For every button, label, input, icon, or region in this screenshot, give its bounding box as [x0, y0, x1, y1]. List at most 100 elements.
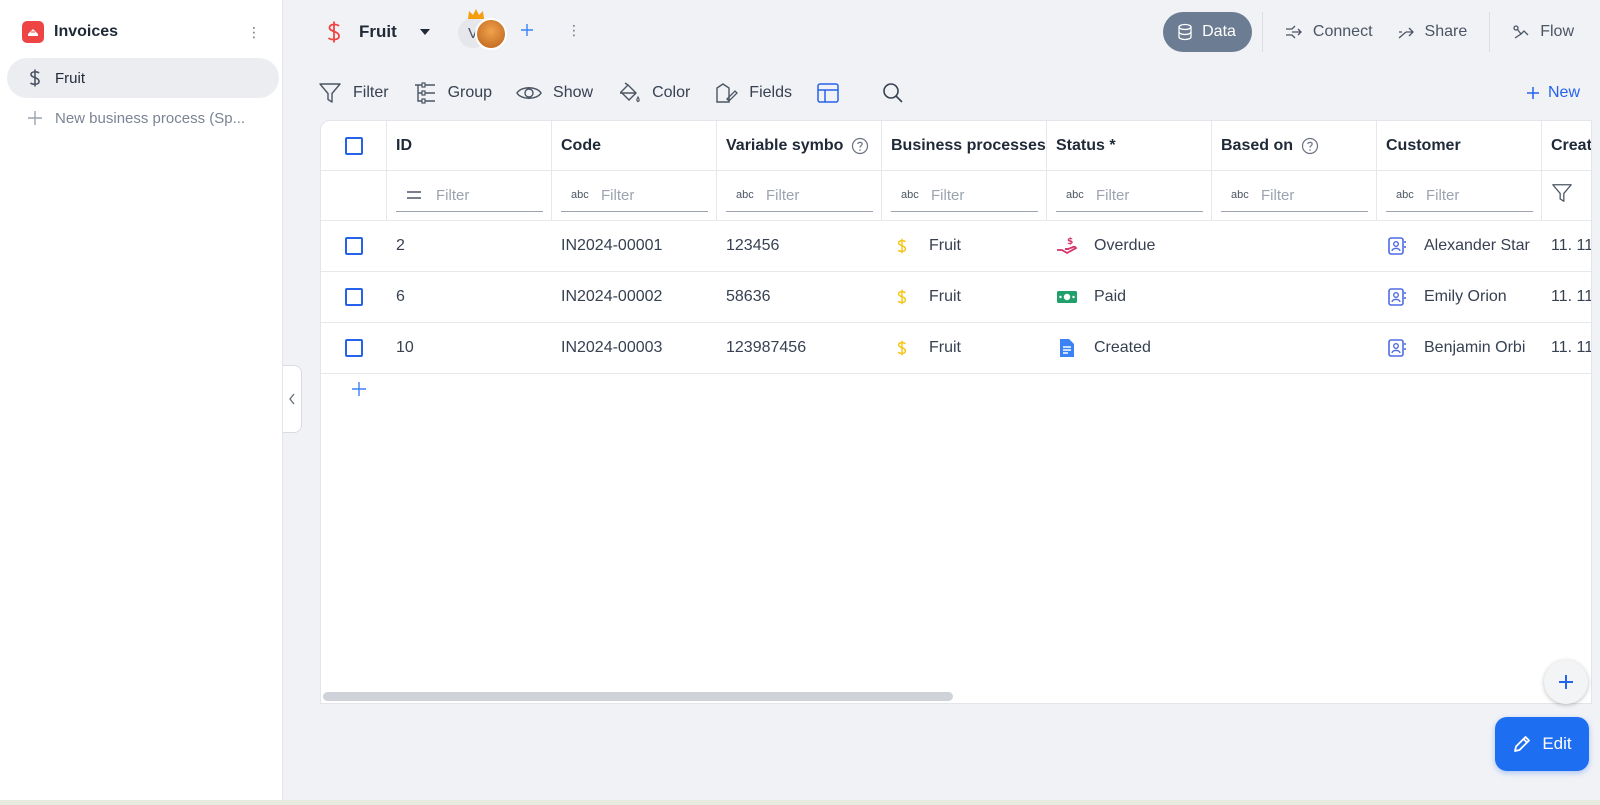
connect-button[interactable]: Connect — [1273, 12, 1385, 52]
cell-variable-symbol[interactable]: 58636 — [717, 272, 882, 322]
add-row-icon[interactable] — [349, 379, 369, 399]
filter-cell-customer: abc Filter — [1377, 171, 1542, 220]
row-checkbox[interactable] — [345, 237, 363, 255]
show-button[interactable]: Show — [516, 78, 593, 108]
data-button[interactable]: Data — [1163, 12, 1252, 52]
filter-cell-variable-symbol: abc Filter — [717, 171, 882, 220]
help-icon[interactable] — [1301, 137, 1319, 155]
new-record-button[interactable]: New — [1526, 80, 1580, 106]
cell-label: Paid — [1094, 288, 1127, 305]
column-header-status[interactable]: Status * — [1047, 121, 1212, 170]
filter-input-code[interactable]: abc Filter — [561, 180, 708, 212]
table-row[interactable]: 2 IN2024-00001 123456 Fruit $ Overdue Al… — [321, 221, 1591, 272]
dollar-icon — [323, 20, 345, 44]
divider — [1261, 12, 1263, 52]
cell-code[interactable]: IN2024-00001 — [552, 221, 717, 271]
filter-spacer — [321, 171, 387, 220]
filter-input-based-on[interactable]: abc Filter — [1221, 180, 1368, 212]
cell-created[interactable]: 11. 11. 2 — [1542, 272, 1591, 322]
flow-button[interactable]: Flow — [1500, 12, 1600, 52]
dollar-icon — [25, 68, 45, 88]
add-collaborator-icon[interactable] — [519, 22, 535, 38]
cell-status[interactable]: Created — [1047, 323, 1212, 373]
cell-customer[interactable]: Alexander Star — [1377, 221, 1542, 271]
sidebar-item-new-process[interactable]: New business process (Sp... — [7, 98, 279, 138]
filter-icon — [318, 81, 342, 105]
filter-cell-status: abc Filter — [1047, 171, 1212, 220]
column-header-created[interactable]: Creat — [1542, 121, 1591, 170]
cell-status[interactable]: $ Overdue — [1047, 221, 1212, 271]
cell-code[interactable]: IN2024-00003 — [552, 323, 717, 373]
cell-created[interactable]: 11. 11. 2 — [1542, 323, 1591, 373]
cell-label: Created — [1094, 339, 1151, 356]
edit-button[interactable]: Edit — [1495, 717, 1589, 771]
filter-input-customer[interactable]: abc Filter — [1386, 180, 1533, 212]
group-button[interactable]: Group — [413, 78, 492, 108]
filter-input-id[interactable]: Filter — [396, 180, 543, 212]
cell-label: Fruit — [929, 237, 961, 254]
row-checkbox[interactable] — [345, 339, 363, 357]
filter-input-business-processes[interactable]: abc Filter — [891, 180, 1038, 212]
document-icon — [1056, 337, 1078, 359]
top-bar: Fruit V ⋮ Data Connect Share Flow — [283, 0, 1600, 64]
cell-based-on[interactable] — [1212, 221, 1377, 271]
column-header-id[interactable]: ID — [387, 121, 552, 170]
sidebar-more-icon[interactable]: ⋮ — [246, 22, 262, 42]
cell-customer[interactable]: Emily Orion — [1377, 272, 1542, 322]
more-options-icon[interactable]: ⋮ — [567, 20, 581, 40]
cell-label: Fruit — [929, 288, 961, 305]
cell-based-on[interactable] — [1212, 272, 1377, 322]
column-header-code[interactable]: Code — [552, 121, 717, 170]
column-header-business-processes[interactable]: Business processes — [882, 121, 1047, 170]
cell-code[interactable]: IN2024-00002 — [552, 272, 717, 322]
collapse-sidebar-button[interactable] — [283, 365, 302, 433]
filter-button[interactable]: Filter — [318, 78, 389, 108]
cell-business-process[interactable]: Fruit — [882, 221, 1047, 271]
text-type-icon: abc — [1396, 189, 1414, 201]
select-all-checkbox[interactable] — [344, 136, 363, 155]
show-label: Show — [553, 84, 594, 101]
filter-input-variable-symbol[interactable]: abc Filter — [726, 180, 873, 212]
cell-created[interactable]: 11. 11. 2 — [1542, 221, 1591, 271]
cell-business-process[interactable]: Fruit — [882, 323, 1047, 373]
cell-variable-symbol[interactable]: 123987456 — [717, 323, 882, 373]
cell-id[interactable]: 6 — [387, 272, 552, 322]
sidebar-item-fruit[interactable]: Fruit — [7, 58, 279, 98]
filter-input-status[interactable]: abc Filter — [1056, 180, 1203, 212]
sidebar-header: Invoices ⋮ — [22, 20, 262, 44]
cell-customer[interactable]: Benjamin Orbi — [1377, 323, 1542, 373]
cell-id[interactable]: 10 — [387, 323, 552, 373]
help-icon[interactable] — [851, 137, 869, 155]
plus-icon — [1559, 675, 1573, 689]
data-grid: ID Code Variable symbo Business processe… — [320, 120, 1592, 704]
cell-business-process[interactable]: Fruit — [882, 272, 1047, 322]
add-fab-button[interactable] — [1544, 660, 1588, 704]
collaborators[interactable]: V — [458, 9, 514, 50]
column-label: Based on — [1221, 136, 1294, 154]
cell-variable-symbol[interactable]: 123456 — [717, 221, 882, 271]
layout-button[interactable] — [816, 78, 851, 108]
table-row[interactable]: 10 IN2024-00003 123987456 Fruit Created … — [321, 323, 1591, 374]
cell-based-on[interactable] — [1212, 323, 1377, 373]
share-button[interactable]: Share — [1385, 12, 1480, 52]
column-header-customer[interactable]: Customer — [1377, 121, 1542, 170]
table-row[interactable]: 6 IN2024-00002 58636 Fruit Paid Emily Or… — [321, 272, 1591, 323]
fields-button[interactable]: Fields — [714, 78, 792, 108]
column-header-variable-symbol[interactable]: Variable symbo — [717, 121, 882, 170]
contact-card-icon — [1386, 235, 1408, 257]
color-button[interactable]: Color — [617, 78, 690, 108]
row-checkbox[interactable] — [345, 288, 363, 306]
cell-status[interactable]: Paid — [1047, 272, 1212, 322]
search-button[interactable] — [881, 78, 916, 108]
text-type-icon: abc — [901, 189, 919, 201]
row-select-cell — [321, 272, 387, 322]
share-label: Share — [1424, 23, 1468, 40]
caret-down-icon[interactable] — [417, 24, 433, 40]
cell-id[interactable]: 2 — [387, 221, 552, 271]
view-name: Fruit — [359, 22, 397, 41]
view-selector[interactable]: Fruit — [323, 18, 433, 46]
column-header-based-on[interactable]: Based on — [1212, 121, 1377, 170]
filter-cell-business-processes: abc Filter — [882, 171, 1047, 220]
horizontal-scrollbar[interactable] — [323, 692, 953, 701]
filter-icon[interactable] — [1551, 182, 1573, 209]
